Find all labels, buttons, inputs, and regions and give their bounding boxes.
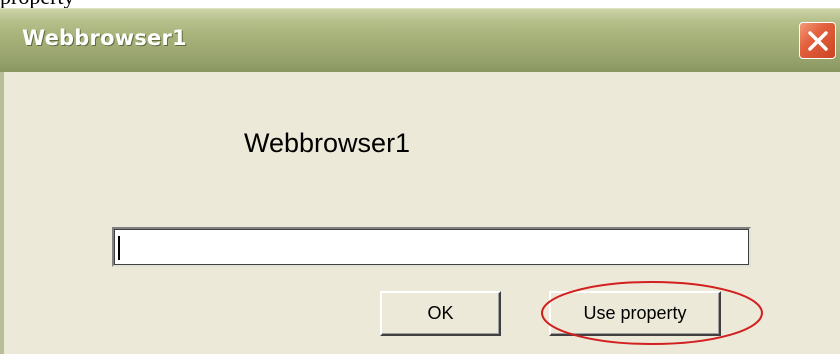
text-caret	[118, 236, 120, 260]
window-title: Webbrowser1	[22, 26, 187, 50]
dialog-heading: Webbrowser1	[244, 128, 411, 158]
close-x-icon	[808, 31, 828, 51]
title-bar[interactable]: Webbrowser1	[0, 8, 840, 72]
text-input-field[interactable]	[112, 227, 751, 267]
window-left-border	[0, 72, 4, 354]
ok-button[interactable]: OK	[380, 291, 501, 336]
cropped-text-fragment: property	[0, 0, 75, 8]
close-button[interactable]	[799, 22, 836, 59]
use-property-button[interactable]: Use property	[549, 291, 721, 336]
dialog-window: Webbrowser1 Webbrowser1 OK Use property	[0, 8, 840, 354]
